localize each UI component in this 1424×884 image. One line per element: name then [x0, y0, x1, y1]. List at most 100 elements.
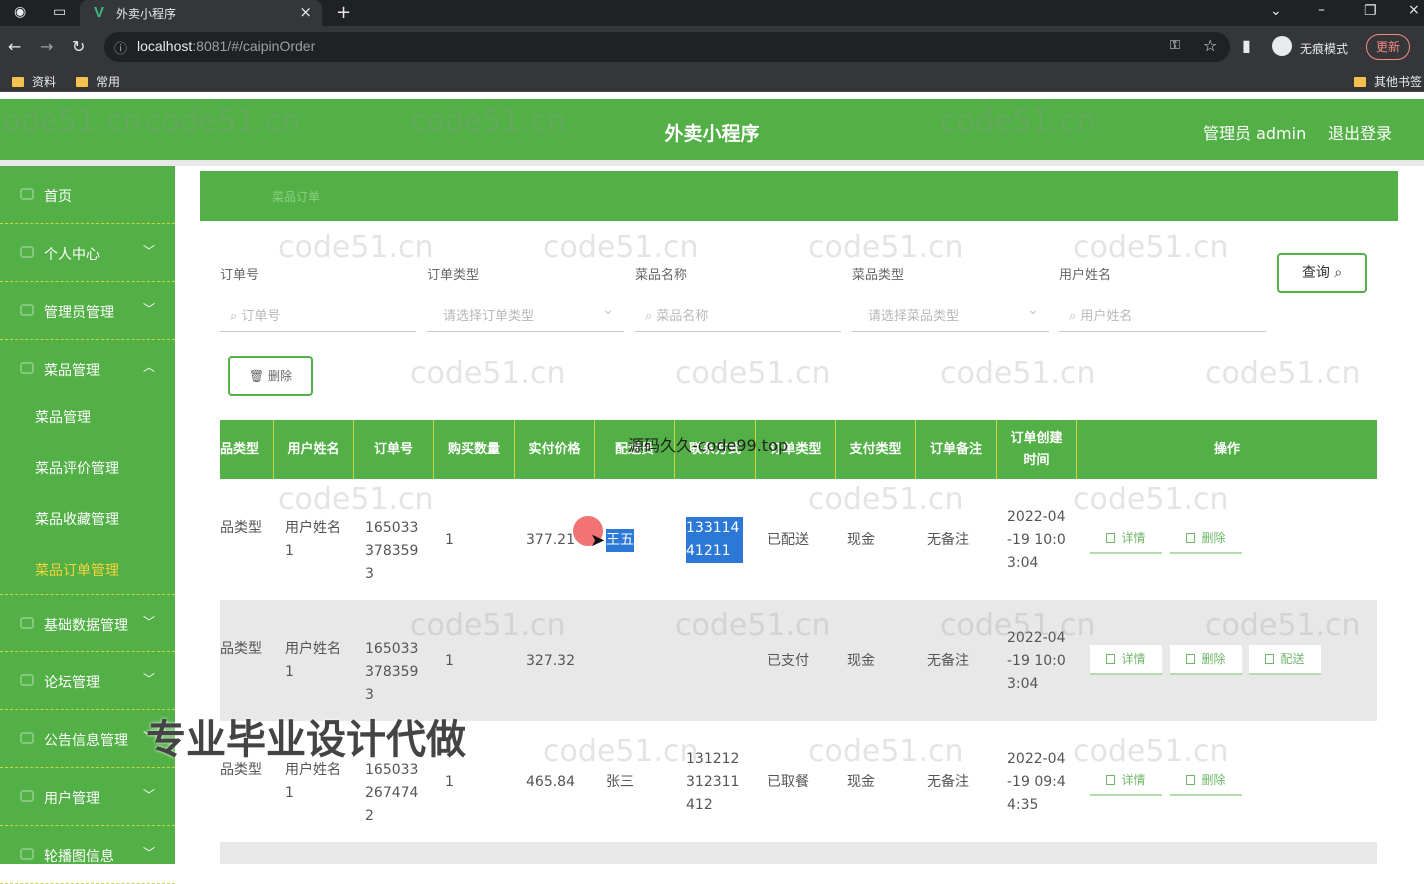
watermark: code51.cn — [940, 356, 1096, 391]
other-bookmarks[interactable]: 其他书签 — [1354, 73, 1422, 90]
logout-link[interactable]: 退出登录 — [1328, 120, 1392, 144]
cell-courier: 王五 — [606, 529, 634, 552]
sidebar-item-profile[interactable]: 个人中心 ﹀ — [0, 224, 175, 282]
sidebar-item-users[interactable]: 用户管理 ﹀ — [0, 768, 175, 826]
search-icon: ⌕ — [645, 309, 657, 324]
chevron-down-icon: ﹀ — [142, 846, 155, 860]
submenu-dish-manage[interactable]: 菜品管理 — [35, 407, 91, 427]
table-row[interactable] — [220, 842, 1377, 864]
promo-overlay-text: 专业毕业设计代做 — [146, 717, 466, 763]
filter-label-user-name: 用户姓名 — [1059, 268, 1112, 283]
back-icon[interactable]: ← — [8, 37, 21, 56]
watermark: code51.cn — [1205, 356, 1361, 391]
sidebar-item-forum[interactable]: 论坛管理 ﹀ — [0, 652, 175, 710]
delete-button[interactable]: 删除 — [1170, 524, 1242, 554]
key-icon[interactable]: ⚿ — [1170, 38, 1180, 53]
trash-icon — [1186, 775, 1196, 785]
detail-button[interactable]: 详情 — [1090, 524, 1162, 554]
new-tab-icon[interactable]: + — [336, 2, 351, 23]
cell-user: 用户姓名1 — [285, 641, 341, 680]
filter-label-dish-type: 菜品类型 — [852, 268, 905, 283]
submenu-dish-review[interactable]: 菜品评价管理 — [35, 458, 119, 478]
col-pay-type: 支付类型 — [836, 420, 916, 479]
dish-type-select[interactable]: 请选择菜品类型 ⌄ — [852, 296, 1049, 332]
header-divider — [0, 160, 1424, 166]
watermark: code51.cn — [675, 356, 831, 391]
sidebar-item-carousel[interactable]: 轮播图信息 ﹀ — [0, 826, 175, 884]
cell-pay: 现金 — [847, 532, 875, 548]
cell-pay: 现金 — [847, 774, 875, 790]
search-icon: ⌕ — [1334, 265, 1343, 281]
submenu-dish-favorite[interactable]: 菜品收藏管理 — [35, 509, 119, 529]
cell-note: 无备注 — [927, 653, 969, 669]
cell-type: 品类型 — [220, 641, 262, 657]
url-text: localhost:8081/#/caipinOrder — [137, 38, 316, 54]
browser-tab[interactable]: V 外卖小程序 × — [80, 0, 322, 26]
cell-price: 327.32 — [526, 653, 575, 669]
chevron-down-icon: ﹀ — [142, 788, 155, 802]
filter-label-order-no: 订单号 — [220, 268, 260, 283]
detail-button[interactable]: 详情 — [1090, 766, 1162, 796]
cell-courier: 张三 — [606, 774, 634, 790]
detail-button[interactable]: 详情 — [1090, 645, 1162, 675]
tab-list-icon[interactable]: ⌄ — [1270, 3, 1282, 19]
watermark: code51.cn — [278, 230, 434, 265]
delete-button[interactable]: 删除 — [1170, 766, 1242, 796]
chevron-down-icon: ⌄ — [602, 302, 614, 318]
table-row[interactable]: 品类型 用户姓名1 1650333783593 1 377.21 王五 1331… — [220, 479, 1377, 600]
cell-phone: 131212312311412 — [686, 751, 740, 813]
carousel-icon — [20, 848, 34, 860]
users-icon — [20, 790, 34, 802]
cell-user: 用户姓名1 — [285, 520, 341, 559]
cell-user: 用户姓名1 — [285, 762, 341, 801]
reading-mode-icon[interactable]: ▮ — [1242, 36, 1251, 55]
admin-user-label[interactable]: 管理员 admin — [1203, 120, 1306, 144]
dish-name-input[interactable]: ⌕ 菜品名称 — [635, 296, 841, 332]
sidebar-item-dishes[interactable]: 菜品管理 ︿ — [0, 340, 175, 398]
close-window-icon[interactable]: × — [1408, 2, 1420, 18]
col-user-name: 用户姓名 — [274, 420, 354, 479]
close-tab-icon[interactable]: × — [299, 3, 312, 21]
cell-order-no: 1650333783593 — [365, 520, 419, 582]
app-header: 外卖小程序 管理员 admin 退出登录 — [0, 99, 1424, 160]
reload-icon[interactable]: ↻ — [72, 37, 85, 56]
order-type-select[interactable]: 请选择订单类型 ⌄ — [427, 296, 624, 332]
delete-button[interactable]: 删除 — [1170, 645, 1242, 675]
dispatch-button[interactable]: 配送 — [1249, 645, 1321, 675]
browser-menu-icon[interactable]: ◉ — [14, 4, 26, 20]
data-icon — [20, 617, 34, 629]
url-field[interactable]: ⓘ localhost:8081/#/caipinOrder ⚿ ☆ — [104, 32, 1230, 62]
order-no-input[interactable]: ⌕ 订单号 — [220, 296, 416, 332]
incognito-icon — [1272, 36, 1292, 56]
bookmark-star-icon[interactable]: ☆ — [1203, 36, 1217, 55]
table-row[interactable]: 品类型 用户姓名1 1650333783593 1 327.32 已支付 现金 … — [220, 600, 1377, 721]
submenu-dish-order[interactable]: 菜品订单管理 — [35, 560, 119, 580]
browser-tab-bar: ◉ ▭ V 外卖小程序 × + ⌄ – ❐ × — [0, 0, 1424, 26]
minimize-icon[interactable]: – — [1318, 2, 1325, 18]
tab-title: 外卖小程序 — [116, 7, 177, 21]
incognito-label: 无痕模式 — [1300, 42, 1349, 56]
mouse-cursor-icon: ➤ — [590, 530, 606, 551]
cell-time: 2022-04-19 10:03:04 — [1007, 509, 1066, 571]
chevron-down-icon: ⌄ — [1027, 302, 1039, 318]
update-button[interactable]: 更新 — [1366, 34, 1410, 60]
query-button[interactable]: 查询 ⌕ — [1277, 253, 1367, 293]
sidebar-item-basedata[interactable]: 基础数据管理 ﹀ — [0, 594, 175, 652]
restore-icon[interactable]: ❐ — [1364, 3, 1377, 19]
cell-type: 品类型 — [220, 520, 262, 536]
col-note: 订单备注 — [916, 420, 997, 479]
forward-icon[interactable]: → — [40, 37, 53, 56]
batch-delete-button[interactable]: 🗑 删除 — [228, 356, 313, 396]
watermark: code51.cn — [808, 230, 964, 265]
home-icon — [20, 188, 34, 200]
user-name-input[interactable]: ⌕ 用户姓名 — [1059, 296, 1266, 332]
tab-search-icon[interactable]: ▭ — [53, 4, 66, 20]
trash-icon: 🗑 — [248, 369, 269, 383]
folder-icon — [76, 77, 88, 87]
sidebar-item-admin[interactable]: 管理员管理 ﹀ — [0, 282, 175, 340]
bookmark-folder-1[interactable]: 资料 — [12, 73, 56, 90]
sidebar-item-home[interactable]: 首页 — [0, 166, 175, 224]
folder-icon — [12, 77, 24, 87]
site-info-icon[interactable]: ⓘ — [114, 38, 127, 57]
bookmark-folder-2[interactable]: 常用 — [76, 73, 120, 90]
